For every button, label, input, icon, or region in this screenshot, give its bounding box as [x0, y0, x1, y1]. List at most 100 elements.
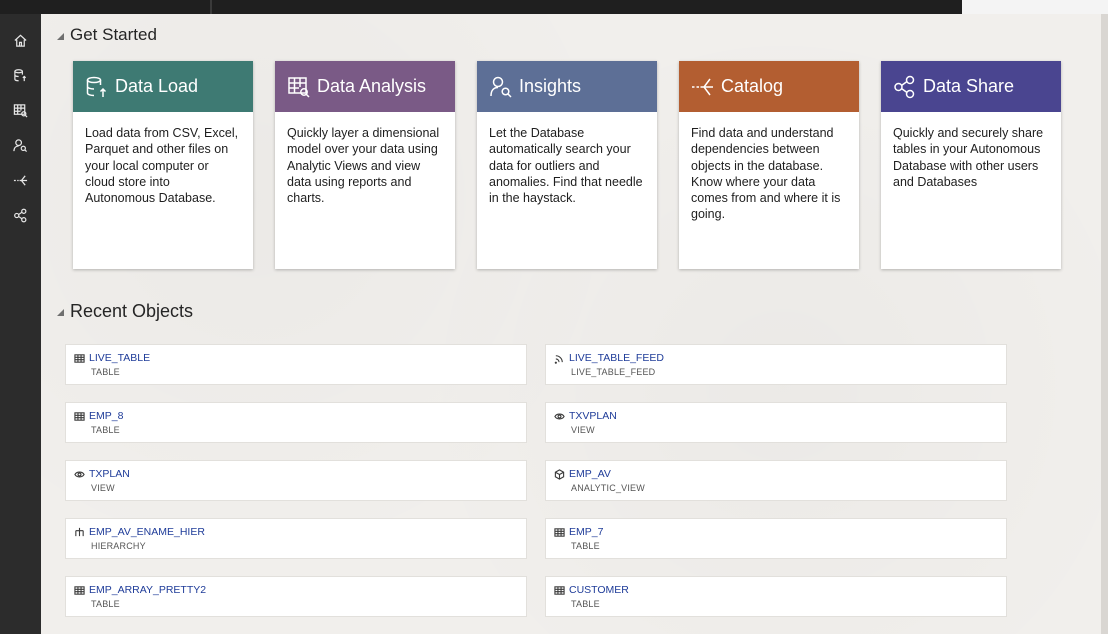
recent-object-link[interactable]: LIVE_TABLE — [74, 352, 150, 364]
recent-object-name[interactable]: TXVPLAN — [569, 410, 617, 422]
hierarchy-icon — [75, 527, 84, 536]
recent-object-item[interactable]: EMP_7 TABLE — [545, 518, 1007, 559]
data-analysis-icon — [13, 103, 28, 117]
sidebar-item-data-share[interactable] — [7, 201, 35, 229]
recent-object-name[interactable]: TXPLAN — [89, 468, 130, 480]
card-title: Insights — [519, 76, 582, 96]
recent-object-item[interactable]: EMP_ARRAY_PRETTY2 TABLE — [65, 576, 527, 617]
recent-objects-title: Recent Objects — [70, 301, 194, 321]
cube-icon — [554, 468, 565, 480]
data-load-icon — [86, 76, 107, 97]
recent-object-item[interactable]: EMP_8 TABLE — [65, 402, 527, 443]
insights-icon — [13, 138, 28, 152]
card-header: Data Share — [881, 61, 1061, 112]
eye-icon — [74, 471, 85, 477]
recent-object-link[interactable]: EMP_8 — [74, 410, 123, 422]
main-content: Get Started Data Load Load data from CSV… — [41, 14, 1101, 634]
card-header: Data Load — [73, 61, 253, 112]
top-bar-tab[interactable] — [962, 0, 1108, 14]
recent-objects-header[interactable]: Recent Objects — [57, 301, 193, 322]
recent-object-item[interactable]: CUSTOMER TABLE — [545, 576, 1007, 617]
recent-object-type: TABLE — [571, 541, 600, 551]
sidebar-item-data-load[interactable] — [7, 61, 35, 89]
data-analysis-icon — [288, 76, 310, 98]
get-started-cards: Data Load Load data from CSV, Excel, Par… — [73, 61, 1061, 269]
recent-object-name[interactable]: LIVE_TABLE — [89, 352, 150, 364]
recent-object-item[interactable]: EMP_AV ANALYTIC_VIEW — [545, 460, 1007, 501]
collapse-triangle-icon — [57, 32, 64, 40]
recent-object-link[interactable]: EMP_AV_ENAME_HIER — [74, 526, 205, 538]
table-icon — [74, 353, 85, 363]
sidebar-item-data-analysis[interactable] — [7, 96, 35, 124]
recent-object-item[interactable]: EMP_AV_ENAME_HIER HIERARCHY — [65, 518, 527, 559]
card-title: Data Analysis — [317, 76, 427, 96]
recent-object-link[interactable]: EMP_7 — [554, 526, 603, 538]
collapse-triangle-icon — [57, 309, 64, 316]
eye-icon — [554, 413, 565, 419]
card-description: Let the Database automatically search yo… — [489, 126, 643, 205]
card-catalog[interactable]: Catalog Find data and understand depende… — [679, 61, 859, 269]
recent-object-link[interactable]: TXVPLAN — [554, 410, 617, 422]
table-icon — [554, 585, 565, 595]
sidebar — [0, 14, 41, 634]
recent-object-type: HIERARCHY — [91, 541, 146, 551]
card-insights[interactable]: Insights Let the Database automatically … — [477, 61, 657, 269]
sidebar-item-catalog[interactable] — [7, 166, 35, 194]
data-load-icon — [14, 68, 27, 81]
card-description: Quickly layer a dimensional model over y… — [287, 126, 440, 205]
catalog-icon — [13, 174, 28, 186]
card-title: Data Load — [115, 76, 199, 96]
recent-object-type: TABLE — [91, 425, 120, 435]
recent-object-type: TABLE — [91, 599, 120, 609]
recent-object-type: ANALYTIC_VIEW — [571, 483, 645, 493]
get-started-header[interactable]: Get Started — [57, 25, 157, 45]
card-title: Data Share — [923, 76, 1015, 96]
recent-object-name[interactable]: EMP_7 — [569, 526, 603, 538]
table-icon — [74, 411, 85, 421]
recent-object-item[interactable]: TXVPLAN VIEW — [545, 402, 1007, 443]
recent-object-type: TABLE — [571, 599, 600, 609]
card-data-load[interactable]: Data Load Load data from CSV, Excel, Par… — [73, 61, 253, 269]
recent-object-item[interactable]: LIVE_TABLE TABLE — [65, 344, 527, 385]
card-description: Load data from CSV, Excel, Parquet and o… — [85, 126, 239, 205]
recent-object-name[interactable]: EMP_AV — [569, 468, 611, 480]
top-bar-divider — [210, 0, 212, 14]
card-header: Catalog — [679, 61, 859, 112]
recent-object-link[interactable]: CUSTOMER — [554, 584, 629, 596]
table-icon — [74, 585, 85, 595]
recent-object-type: LIVE_TABLE_FEED — [571, 367, 656, 377]
recent-object-name[interactable]: LIVE_TABLE_FEED — [569, 352, 664, 364]
card-description: Find data and understand dependencies be… — [691, 126, 841, 222]
recent-object-item[interactable]: TXPLAN VIEW — [65, 460, 527, 501]
recent-object-link[interactable]: EMP_AV — [554, 468, 611, 480]
recent-object-name[interactable]: EMP_8 — [89, 410, 123, 422]
insights-icon — [490, 76, 512, 98]
recent-object-type: VIEW — [571, 425, 595, 435]
feed-icon — [554, 354, 563, 364]
recent-object-type: TABLE — [91, 367, 120, 377]
sidebar-item-insights[interactable] — [7, 131, 35, 159]
card-description: Quickly and securely share tables in you… — [893, 126, 1044, 189]
card-header: Data Analysis — [275, 61, 455, 112]
recent-object-name[interactable]: EMP_AV_ENAME_HIER — [89, 526, 205, 538]
card-data-share[interactable]: Data Share Quickly and securely share ta… — [881, 61, 1061, 269]
scrollbar[interactable] — [1101, 14, 1108, 634]
recent-object-name[interactable]: EMP_ARRAY_PRETTY2 — [89, 584, 206, 596]
recent-object-link[interactable]: TXPLAN — [74, 468, 130, 480]
sidebar-item-home[interactable] — [7, 26, 35, 54]
recent-object-link[interactable]: EMP_ARRAY_PRETTY2 — [74, 584, 206, 596]
get-started-title: Get Started — [70, 25, 157, 44]
recent-object-link[interactable]: LIVE_TABLE_FEED — [554, 352, 664, 364]
home-icon — [14, 34, 27, 47]
card-title: Catalog — [721, 76, 784, 96]
catalog-icon — [692, 78, 713, 95]
data-share-icon — [14, 208, 27, 222]
table-icon — [554, 527, 565, 537]
recent-object-name[interactable]: CUSTOMER — [569, 584, 629, 596]
top-bar — [0, 0, 1108, 14]
card-data-analysis[interactable]: Data Analysis Quickly layer a dimensiona… — [275, 61, 455, 269]
recent-object-item[interactable]: LIVE_TABLE_FEED LIVE_TABLE_FEED — [545, 344, 1007, 385]
data-share-icon — [894, 75, 915, 98]
card-header: Insights — [477, 61, 657, 112]
recent-object-type: VIEW — [91, 483, 115, 493]
